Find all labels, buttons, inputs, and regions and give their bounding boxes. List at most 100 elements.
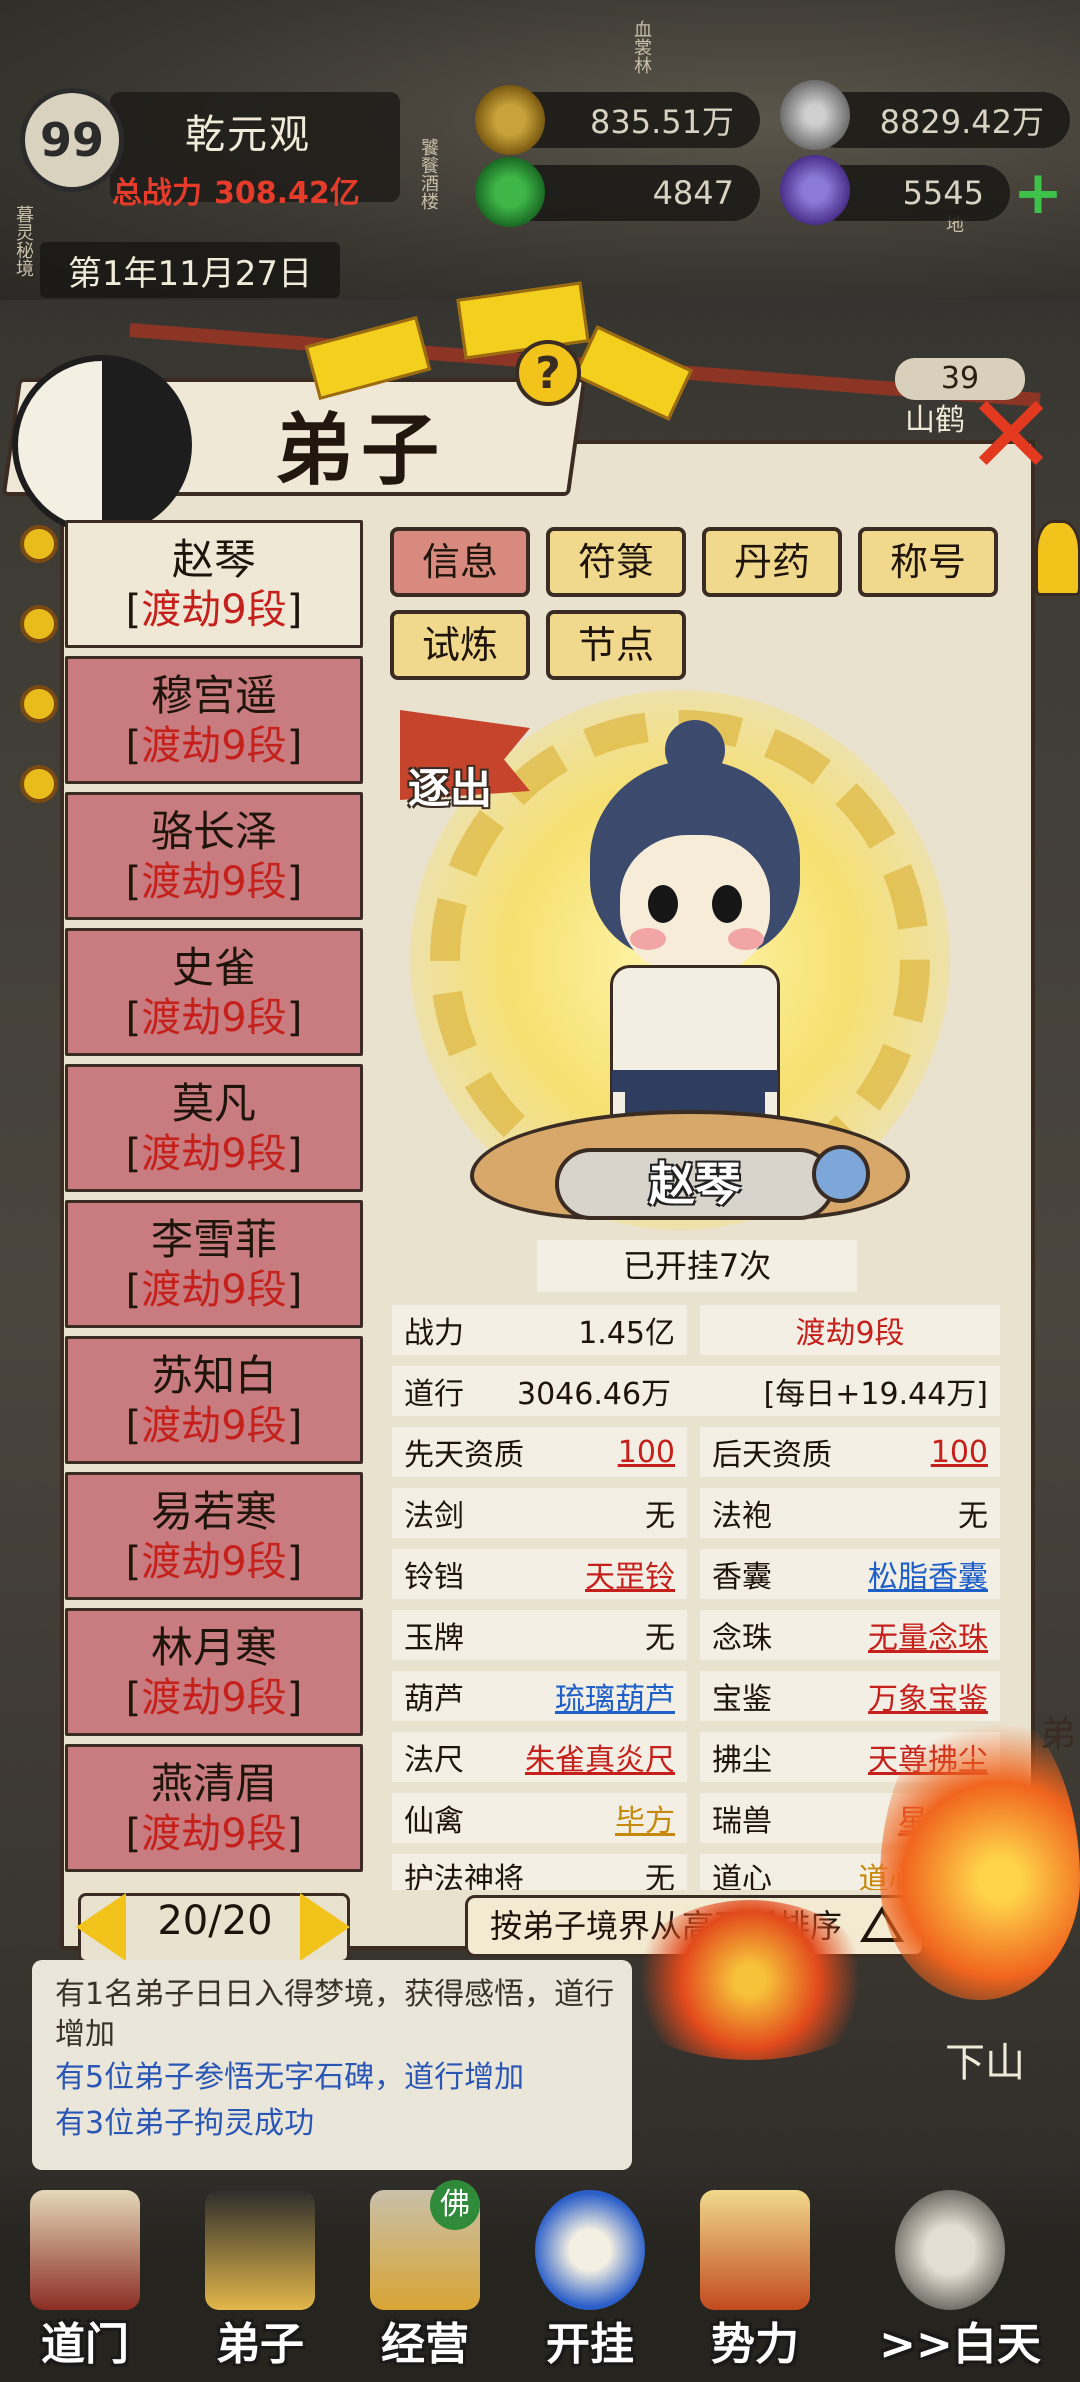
equipment-slot[interactable]: 念珠 无量念珠: [700, 1610, 1000, 1660]
disciple-list-item[interactable]: 林月寒 [渡劫9段]: [65, 1608, 363, 1736]
stat-value: 渡劫9段: [795, 1316, 905, 1351]
equipment-slot[interactable]: 葫芦 琉璃葫芦: [392, 1671, 687, 1721]
rename-icon[interactable]: [812, 1145, 870, 1203]
disciple-list-item[interactable]: 穆宫遥 [渡劫9段]: [65, 656, 363, 784]
stat-value[interactable]: 100: [618, 1435, 675, 1470]
stat-acquired: 后天资质 100: [700, 1427, 1000, 1477]
nav-label: 道门: [41, 2319, 129, 2370]
disciple-list-item[interactable]: 史雀 [渡劫9段]: [65, 928, 363, 1056]
stat-innate: 先天资质 100: [392, 1427, 687, 1477]
stat-value: 3046.46万: [517, 1377, 672, 1412]
disciple-list-item[interactable]: 易若寒 [渡劫9段]: [65, 1472, 363, 1600]
tab-trial[interactable]: 试炼: [390, 610, 530, 680]
portrait-eye: [648, 885, 678, 923]
equipment-value[interactable]: 无: [645, 1854, 675, 1890]
close-icon[interactable]: ✕: [965, 380, 1057, 495]
equipment-slot[interactable]: 法剑 无: [392, 1488, 687, 1538]
equipment-slot[interactable]: 护法神将 无: [392, 1854, 687, 1890]
disciple-name: 穆宫遥: [150, 671, 277, 720]
disciple-realm-value: 渡劫9段: [141, 1403, 287, 1449]
total-power: 总战力 308.42亿: [112, 168, 372, 212]
sect-level-badge[interactable]: 99: [20, 88, 124, 192]
nav-business[interactable]: 佛 经营: [350, 2180, 500, 2380]
equipment-slot[interactable]: 仙禽 毕方: [392, 1793, 687, 1843]
equipment-label: 法尺: [404, 1743, 464, 1778]
coin-icon: [20, 685, 58, 723]
equipment-label: 道心: [712, 1862, 772, 1890]
nav-label: 开挂: [546, 2319, 634, 2370]
disciple-name: 骆长泽: [150, 807, 277, 856]
equipment-value[interactable]: 松脂香囊: [868, 1552, 988, 1596]
day-cycle-icon: [895, 2190, 1005, 2310]
disciple-realm: [渡劫9段]: [125, 723, 303, 769]
equipment-value[interactable]: 朱雀真炎尺: [525, 1735, 675, 1779]
buddha-badge: 佛: [430, 2180, 480, 2230]
map-label: 暮灵秘境: [13, 205, 34, 277]
incense-smoke-icon: [780, 80, 850, 150]
disciple-realm-value: 渡劫9段: [141, 1267, 287, 1313]
disciple-list-item[interactable]: 骆长泽 [渡劫9段]: [65, 792, 363, 920]
equipment-value[interactable]: 无量念珠: [868, 1613, 988, 1657]
coin-icon: [20, 525, 58, 563]
tab-title[interactable]: 称号: [858, 527, 998, 597]
coin-icon: [20, 765, 58, 803]
disciple-name: 李雪菲: [150, 1215, 277, 1264]
coin-string-decoration: [20, 525, 60, 845]
nav-daytime[interactable]: >>白天: [855, 2190, 1065, 2380]
map-label: 饕餮酒楼: [418, 138, 439, 210]
stat-value[interactable]: 100: [931, 1435, 988, 1470]
disciple-list-item[interactable]: 苏知白 [渡劫9段]: [65, 1336, 363, 1464]
disciple-name: 史雀: [171, 943, 256, 992]
log-message: 有1名弟子日日入得梦境，获得感悟，道行增加: [55, 1977, 615, 2052]
tab-info[interactable]: 信息: [390, 527, 530, 597]
tab-node[interactable]: 节点: [546, 610, 686, 680]
disciple-realm: [渡劫9段]: [125, 1811, 303, 1857]
equipment-slot[interactable]: 法尺 朱雀真炎尺: [392, 1732, 687, 1782]
stat-label: 道行: [404, 1377, 464, 1412]
nav-faction[interactable]: 势力: [680, 2190, 830, 2380]
equipment-label: 瑞兽: [712, 1804, 772, 1839]
equipment-value[interactable]: 琉璃葫芦: [555, 1674, 675, 1718]
equipment-label: 葫芦: [404, 1682, 464, 1717]
nav-disciple[interactable]: 弟子: [185, 2190, 335, 2380]
disciple-list-item[interactable]: 赵琴 [渡劫9段]: [65, 520, 363, 648]
equipment-value[interactable]: 无: [958, 1491, 988, 1535]
disciple-list-item[interactable]: 燕清眉 [渡劫9段]: [65, 1744, 363, 1872]
sect-name: 乾元观: [185, 112, 311, 158]
equipment-value[interactable]: 无: [645, 1613, 675, 1657]
equipment-slot[interactable]: 法袍 无: [700, 1488, 1000, 1538]
dialog-title: 弟子: [275, 406, 448, 496]
expel-button[interactable]: 逐出: [408, 755, 492, 816]
prev-page-button[interactable]: [76, 1893, 126, 1961]
nav-gate[interactable]: 道门: [10, 2190, 160, 2380]
equipment-slot[interactable]: 玉牌 无: [392, 1610, 687, 1660]
downhill-button[interactable]: 下山: [945, 2030, 1025, 2088]
disciple-list-item[interactable]: 李雪菲 [渡劫9段]: [65, 1200, 363, 1328]
disciple-portrait-face: [620, 835, 770, 975]
equipment-label: 法袍: [712, 1499, 772, 1534]
nav-hang[interactable]: 开挂: [515, 2190, 665, 2380]
portrait-eye: [712, 885, 742, 923]
equipment-value[interactable]: 无: [645, 1491, 675, 1535]
stat-realm: 渡劫9段: [700, 1305, 1000, 1355]
nav-label: >>白天: [879, 2319, 1041, 2370]
disciple-portrait-belt: [612, 1070, 778, 1092]
disciple-realm-value: 渡劫9段: [141, 995, 287, 1041]
tab-talisman[interactable]: 符箓: [546, 527, 686, 597]
disciple-list-item[interactable]: 莫凡 [渡劫9段]: [65, 1064, 363, 1192]
equipment-value[interactable]: 毕方: [615, 1796, 675, 1840]
next-page-button[interactable]: [300, 1893, 350, 1961]
equipment-value[interactable]: 天罡铃: [585, 1552, 675, 1596]
nav-label: 经营: [381, 2319, 469, 2370]
equipment-slot[interactable]: 香囊 松脂香囊: [700, 1549, 1000, 1599]
stat-label: 后天资质: [712, 1438, 832, 1473]
equipment-slot[interactable]: 铃铛 天罡铃: [392, 1549, 687, 1599]
add-resource-icon[interactable]: +: [1010, 163, 1066, 223]
jade-value: 4847: [652, 174, 734, 212]
help-button[interactable]: ?: [515, 340, 581, 406]
crane-label: 山鹤: [905, 403, 965, 438]
tab-pill[interactable]: 丹药: [702, 527, 842, 597]
total-power-label: 总战力: [112, 176, 202, 211]
stat-label: 战力: [404, 1316, 464, 1351]
log-message: 有3位弟子拘灵成功: [55, 2106, 315, 2141]
